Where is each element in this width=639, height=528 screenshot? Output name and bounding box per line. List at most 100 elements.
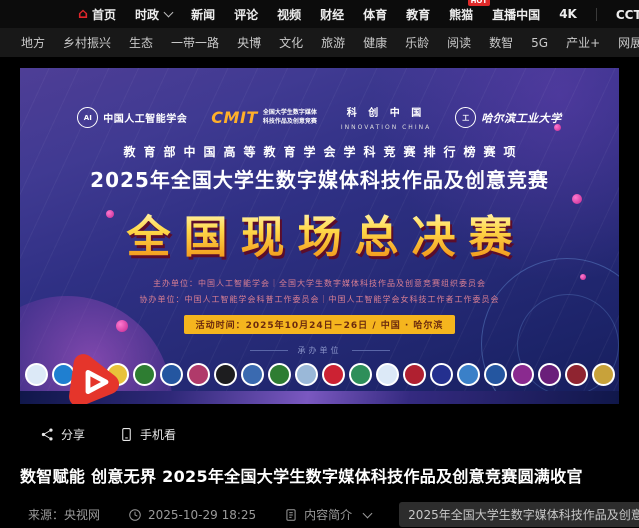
nav-item-label: 财经 — [320, 6, 344, 23]
share-button[interactable]: 分享 — [40, 426, 85, 443]
nav-item-文化[interactable]: 文化 — [279, 34, 303, 51]
home-icon: ⌂ — [78, 7, 88, 21]
innovation-china-label: 科 创 中 国 — [347, 104, 425, 119]
university-logo — [214, 363, 237, 386]
content-summary-toggle[interactable]: 内容简介 — [284, 506, 371, 523]
partner-logos-row: AI 中国人工智能学会 CMIT 全国大学生数字媒体 科技作品及创意竞赛 科 创… — [20, 104, 619, 131]
cmit-icon: CMIT — [211, 108, 258, 127]
cmit-label: 全国大学生数字媒体 科技作品及创意竞赛 — [263, 109, 317, 125]
ranking-subtitle: 教育部中国高等教育学会学科竞赛排行榜赛项 — [20, 143, 619, 160]
nav-item-5G[interactable]: 5G — [531, 36, 548, 50]
primary-nav: ⌂首页时政新闻评论视频财经体育教育熊猫HOT直播中国4KCCTV.直播中 — [0, 0, 639, 28]
nav-item-label: 直播中国 — [492, 6, 540, 23]
share-label: 分享 — [61, 426, 85, 443]
share-bar: 分享 手机看 — [40, 422, 639, 446]
nav-item-地方[interactable]: 地方 — [21, 34, 45, 51]
nav-item-财经[interactable]: 财经 — [320, 6, 344, 23]
hot-badge: HOT — [468, 0, 491, 6]
university-logo — [349, 363, 372, 386]
host-units-label: 承办单位 — [298, 345, 342, 356]
phone-icon — [119, 427, 134, 442]
main-content: AI 中国人工智能学会 CMIT 全国大学生数字媒体 科技作品及创意竞赛 科 创… — [0, 57, 639, 527]
source-label: 来源：央视网 — [28, 506, 100, 523]
competition-title: 2025年全国大学生数字媒体科技作品及创意竞赛 — [20, 164, 619, 193]
nav-item-阅读[interactable]: 阅读 — [447, 34, 471, 51]
nav-item-4K[interactable]: 4K — [559, 7, 577, 21]
nav-item-乐龄[interactable]: 乐龄 — [405, 34, 429, 51]
nav-item-旅游[interactable]: 旅游 — [321, 34, 345, 51]
organizer-line: 主办单位：中国人工智能学会｜全国大学生数字媒体科技作品及创意竞赛组织委员会 — [20, 278, 619, 289]
cmit-label-line1: 全国大学生数字媒体 — [263, 109, 317, 117]
nav-item-label: 视频 — [277, 6, 301, 23]
nav-item-新闻[interactable]: 新闻 — [191, 6, 215, 23]
caai-icon: AI — [77, 107, 98, 128]
divider-line — [250, 350, 288, 351]
nav-item-教育[interactable]: 教育 — [406, 6, 430, 23]
university-logo — [592, 363, 615, 386]
nav-item-生态[interactable]: 生态 — [129, 34, 153, 51]
nav-item-体育[interactable]: 体育 — [363, 6, 387, 23]
nav-item-直播中国[interactable]: 直播中国 — [492, 6, 540, 23]
nav-item-数智[interactable]: 数智 — [489, 34, 513, 51]
chevron-down-icon — [363, 508, 373, 518]
nav-item-label: 教育 — [406, 6, 430, 23]
nav-item-时政[interactable]: 时政 — [135, 6, 172, 23]
play-button[interactable] — [64, 352, 124, 404]
nav-item-熊猫[interactable]: 熊猫HOT — [449, 6, 473, 23]
innovation-china-sub: INNOVATION CHINA — [341, 124, 431, 131]
source-text: 来源：央视网 — [28, 506, 100, 523]
nav-item-乡村振兴[interactable]: 乡村振兴 — [63, 34, 111, 51]
university-logo — [376, 363, 399, 386]
university-logo — [538, 363, 561, 386]
nav-item-评论[interactable]: 评论 — [234, 6, 258, 23]
caai-label: 中国人工智能学会 — [103, 110, 187, 125]
nav-item-健康[interactable]: 健康 — [363, 34, 387, 51]
tag-list: 2025年全国大学生数字媒体科技作品及创意竞赛全国现场总决赛哈尔滨 — [399, 502, 639, 527]
university-logo — [187, 363, 210, 386]
university-logo — [403, 363, 426, 386]
co-organizer-line: 协办单位：中国人工智能学会科普工作委员会｜中国人工智能学会女科技工作者工作委员会 — [20, 294, 619, 305]
nav-item-产业+[interactable]: 产业+ — [566, 34, 600, 51]
play-icon — [64, 352, 124, 404]
nav-item-视频[interactable]: 视频 — [277, 6, 301, 23]
publish-time: 2025-10-29 18:25 — [128, 508, 256, 522]
nav-item-一带一路[interactable]: 一带一路 — [171, 34, 219, 51]
university-logo — [565, 363, 588, 386]
primary-nav-items: ⌂首页时政新闻评论视频财经体育教育熊猫HOT直播中国4KCCTV.直播中 — [78, 6, 639, 23]
nav-item-label: 评论 — [234, 6, 258, 23]
secondary-nav: 地方乡村振兴生态一带一路央博文化旅游健康乐龄阅读数智5G产业+网展央央好物 — [0, 28, 639, 57]
timestamp-text: 2025-10-29 18:25 — [148, 508, 256, 522]
cmit-label-line2: 科技作品及创意竞赛 — [263, 118, 317, 126]
university-logo — [457, 363, 480, 386]
clock-icon — [128, 508, 142, 522]
cmit-logo: CMIT 全国大学生数字媒体 科技作品及创意竞赛 — [211, 108, 317, 127]
hit-icon: 工 — [455, 107, 476, 128]
university-logo — [133, 363, 156, 386]
final-title: 全国现场总决赛 — [20, 201, 619, 265]
university-logo — [430, 363, 453, 386]
nav-item-label: 熊猫 — [449, 6, 473, 23]
nav-item-央博[interactable]: 央博 — [237, 34, 261, 51]
tag[interactable]: 2025年全国大学生数字媒体科技作品及创意竞赛 — [399, 502, 639, 527]
document-icon — [284, 508, 298, 522]
university-logo — [322, 363, 345, 386]
university-logo — [295, 363, 318, 386]
chevron-down-icon — [164, 8, 174, 18]
nav-item-首页[interactable]: ⌂首页 — [78, 6, 116, 23]
video-player-poster[interactable]: AI 中国人工智能学会 CMIT 全国大学生数字媒体 科技作品及创意竞赛 科 创… — [20, 68, 619, 404]
meta-bar: 来源：央视网 2025-10-29 18:25 内容简介 — [28, 502, 639, 527]
share-icon — [40, 427, 55, 442]
nav-item-CCTV.直播[interactable]: CCTV.直播 — [616, 6, 639, 23]
nav-item-网展[interactable]: 网展 — [618, 34, 639, 51]
secondary-nav-items: 地方乡村振兴生态一带一路央博文化旅游健康乐龄阅读数智5G产业+网展央央好物 — [21, 34, 639, 51]
university-logo — [160, 363, 183, 386]
university-logo — [25, 363, 48, 386]
mobile-view-button[interactable]: 手机看 — [119, 426, 176, 443]
hit-logo: 工 哈尔滨工业大学 — [455, 107, 562, 128]
nav-item-label: 时政 — [135, 6, 159, 23]
university-logo — [511, 363, 534, 386]
university-logo — [484, 363, 507, 386]
university-logo — [268, 363, 291, 386]
university-logo — [241, 363, 264, 386]
hit-label: 哈尔滨工业大学 — [481, 110, 562, 126]
